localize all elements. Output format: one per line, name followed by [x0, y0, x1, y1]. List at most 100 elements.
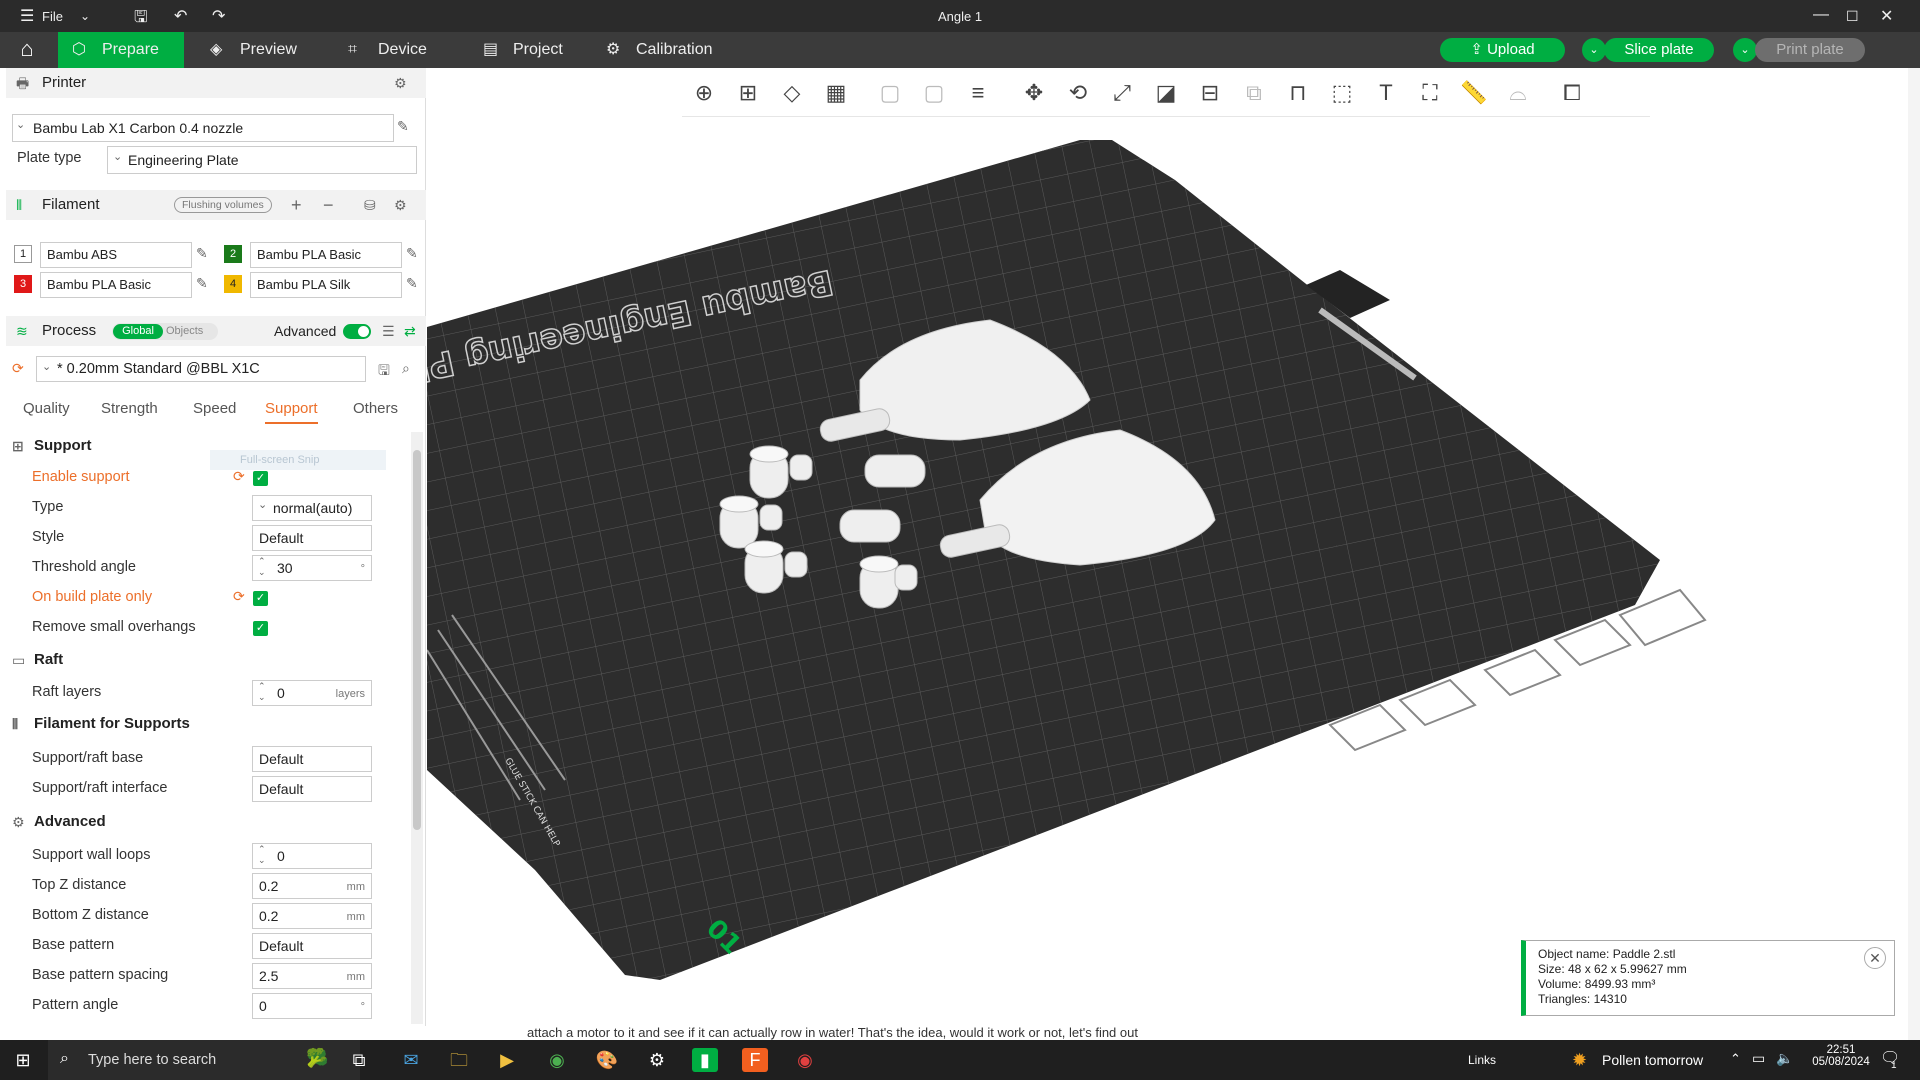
mail-icon[interactable]: ✉ — [398, 1048, 424, 1072]
flushing-volumes-button[interactable]: Flushing volumes — [174, 197, 272, 213]
build-plate-only-checkbox[interactable]: ✓ — [253, 591, 268, 606]
support-type-select[interactable]: normal(auto) — [252, 495, 372, 521]
tab-project[interactable]: ▤ Project — [469, 32, 563, 68]
fusion-taskbar-icon[interactable]: F — [742, 1048, 768, 1072]
edit-icon[interactable]: ✎ — [196, 275, 208, 292]
print-dropdown-button[interactable]: ⌄ — [1733, 38, 1757, 62]
support-wall-loops-input[interactable]: 0 — [252, 843, 372, 869]
links-toolbar[interactable]: Links — [1468, 1053, 1496, 1067]
global-toggle-option[interactable]: Global — [113, 324, 163, 339]
printer-preset-select[interactable]: Bambu Lab X1 Carbon 0.4 nozzle — [12, 114, 394, 142]
printer-settings-icon[interactable]: ⚙ — [394, 68, 407, 98]
close-icon[interactable]: ✕ — [1864, 947, 1886, 969]
build-plate-scene[interactable]: Bambu Engineering Plate 01 GLUE STICK CA… — [427, 68, 1908, 1026]
sidebar-scrollbar[interactable] — [411, 432, 423, 1024]
task-view-icon[interactable]: ⧉ — [346, 1048, 372, 1072]
tab-speed[interactable]: Speed — [193, 400, 236, 417]
edit-icon[interactable]: ✎ — [196, 245, 208, 262]
boolean-icon[interactable]: ⧉ — [1238, 77, 1270, 109]
print-plate-button[interactable]: Print plate — [1755, 38, 1865, 62]
support-style-select[interactable]: Default — [252, 525, 372, 551]
tab-others[interactable]: Others — [353, 400, 398, 417]
support-base-select[interactable]: Default — [252, 746, 372, 772]
filament-settings-icon[interactable]: ⚙ — [394, 190, 407, 220]
maximize-icon[interactable]: ☐ — [1846, 8, 1859, 25]
variable-layer-icon[interactable]: ≡ — [962, 77, 994, 109]
split-objects-icon[interactable]: ▢ — [874, 77, 906, 109]
list-icon[interactable]: ☰ — [382, 316, 395, 346]
settings-icon[interactable]: ⚙ — [644, 1048, 670, 1072]
slice-plate-button[interactable]: Slice plate — [1604, 38, 1714, 62]
volume-icon[interactable]: 🔈 — [1776, 1050, 1793, 1067]
bottom-z-distance-input[interactable]: 0.2 mm — [252, 903, 372, 929]
tray-chevron-icon[interactable]: ⌃ — [1730, 1051, 1741, 1067]
tab-support[interactable]: Support — [265, 400, 318, 424]
move-icon[interactable]: ✥ — [1018, 77, 1050, 109]
seam-paint-icon[interactable]: ⬚ — [1326, 77, 1358, 109]
measure-icon[interactable]: 📏 — [1458, 77, 1490, 109]
remove-icon[interactable]: − — [323, 190, 334, 220]
tab-prepare[interactable]: ⬡ Prepare — [58, 32, 184, 68]
spin-arrows-icon[interactable]: ⌃ ⌄ — [258, 556, 266, 578]
reset-icon[interactable]: ⟳ — [12, 360, 24, 377]
bambu-studio-taskbar-icon[interactable]: ▮ — [692, 1048, 718, 1072]
spin-arrows-icon[interactable]: ⌃ ⌄ — [258, 844, 266, 866]
save-preset-icon[interactable]: 🖫 — [378, 360, 390, 384]
threshold-angle-input[interactable]: 30 ° — [252, 555, 372, 581]
filament-slot-3-select[interactable]: Bambu PLA Basic — [40, 272, 192, 298]
add-plate-icon[interactable]: ⊞ — [732, 77, 764, 109]
tab-preview[interactable]: ◈ Preview — [196, 32, 297, 68]
raft-layers-input[interactable]: 0 layers — [252, 680, 372, 706]
edit-icon[interactable]: ✎ — [406, 245, 418, 262]
top-z-distance-input[interactable]: 0.2 mm — [252, 873, 372, 899]
search-icon[interactable]: ⌕ — [402, 360, 410, 377]
filament-slot-2-select[interactable]: Bambu PLA Basic — [250, 242, 402, 268]
upload-button[interactable]: ⇪ Upload — [1440, 38, 1565, 62]
sync-icon[interactable]: ⛁ — [364, 190, 376, 220]
add-object-icon[interactable]: ⊕ — [688, 77, 720, 109]
objects-toggle-option[interactable]: Objects — [166, 324, 203, 339]
media-player-icon[interactable]: ▶ — [494, 1048, 520, 1072]
reset-icon[interactable]: ⟳ — [233, 588, 245, 605]
assembly-view-icon[interactable]: ⧠ — [1556, 77, 1588, 109]
compare-icon[interactable]: ⇄ — [404, 316, 416, 346]
process-preset-select[interactable]: * 0.20mm Standard @BBL X1C — [36, 356, 366, 382]
base-pattern-spacing-input[interactable]: 2.5 mm — [252, 963, 372, 989]
cut-icon[interactable]: ⊟ — [1194, 77, 1226, 109]
file-explorer-icon[interactable]: 🗀 — [446, 1048, 472, 1072]
chrome-profile-icon[interactable]: ◉ — [792, 1048, 818, 1072]
tab-calibration[interactable]: ⚙ Calibration — [592, 32, 712, 68]
spin-arrows-icon[interactable]: ⌃ ⌄ — [258, 681, 266, 703]
auto-orient-icon[interactable]: ◇ — [776, 77, 808, 109]
assembly-icon[interactable]: ⌓ — [1502, 77, 1534, 109]
3d-viewport[interactable]: Bambu Engineering Plate 01 GLUE STICK CA… — [427, 68, 1908, 1026]
base-pattern-select[interactable]: Default — [252, 933, 372, 959]
tab-quality[interactable]: Quality — [23, 400, 70, 417]
weather-text[interactable]: Pollen tomorrow — [1602, 1052, 1703, 1068]
windows-start-icon[interactable]: ⊞ — [10, 1048, 36, 1072]
text-tool-icon[interactable]: T — [1370, 77, 1402, 109]
arrange-icon[interactable]: ▦ — [820, 77, 852, 109]
lay-on-face-icon[interactable]: ◪ — [1150, 77, 1182, 109]
tab-device[interactable]: ⌗ Device — [334, 32, 427, 68]
chrome-icon[interactable]: ◉ — [544, 1048, 570, 1072]
battery-icon[interactable]: ▭ — [1752, 1050, 1765, 1067]
filament-slot-1-select[interactable]: Bambu ABS — [40, 242, 192, 268]
paint-icon[interactable]: 🎨 — [594, 1048, 620, 1072]
scale-icon[interactable]: ⤢ — [1106, 77, 1138, 109]
home-icon[interactable]: ⌂ — [8, 36, 46, 64]
app-scrollbar[interactable] — [1908, 68, 1920, 1040]
support-interface-select[interactable]: Default — [252, 776, 372, 802]
filament-slot-4-select[interactable]: Bambu PLA Silk — [250, 272, 402, 298]
add-icon[interactable]: + — [291, 190, 302, 220]
reset-icon[interactable]: ⟳ — [233, 468, 245, 485]
color-paint-icon[interactable]: ⛶ — [1414, 77, 1446, 109]
edit-icon[interactable]: ✎ — [406, 275, 418, 292]
edit-icon[interactable]: ✎ — [397, 118, 409, 135]
scrollbar-thumb[interactable] — [413, 450, 421, 830]
slice-dropdown-button[interactable]: ⌄ — [1582, 38, 1606, 62]
clock[interactable]: 22:51 05/08/2024 — [1808, 1044, 1874, 1068]
rotate-icon[interactable]: ⟲ — [1062, 77, 1094, 109]
close-icon[interactable]: ✕ — [1880, 6, 1893, 26]
support-paint-icon[interactable]: ⊓ — [1282, 77, 1314, 109]
